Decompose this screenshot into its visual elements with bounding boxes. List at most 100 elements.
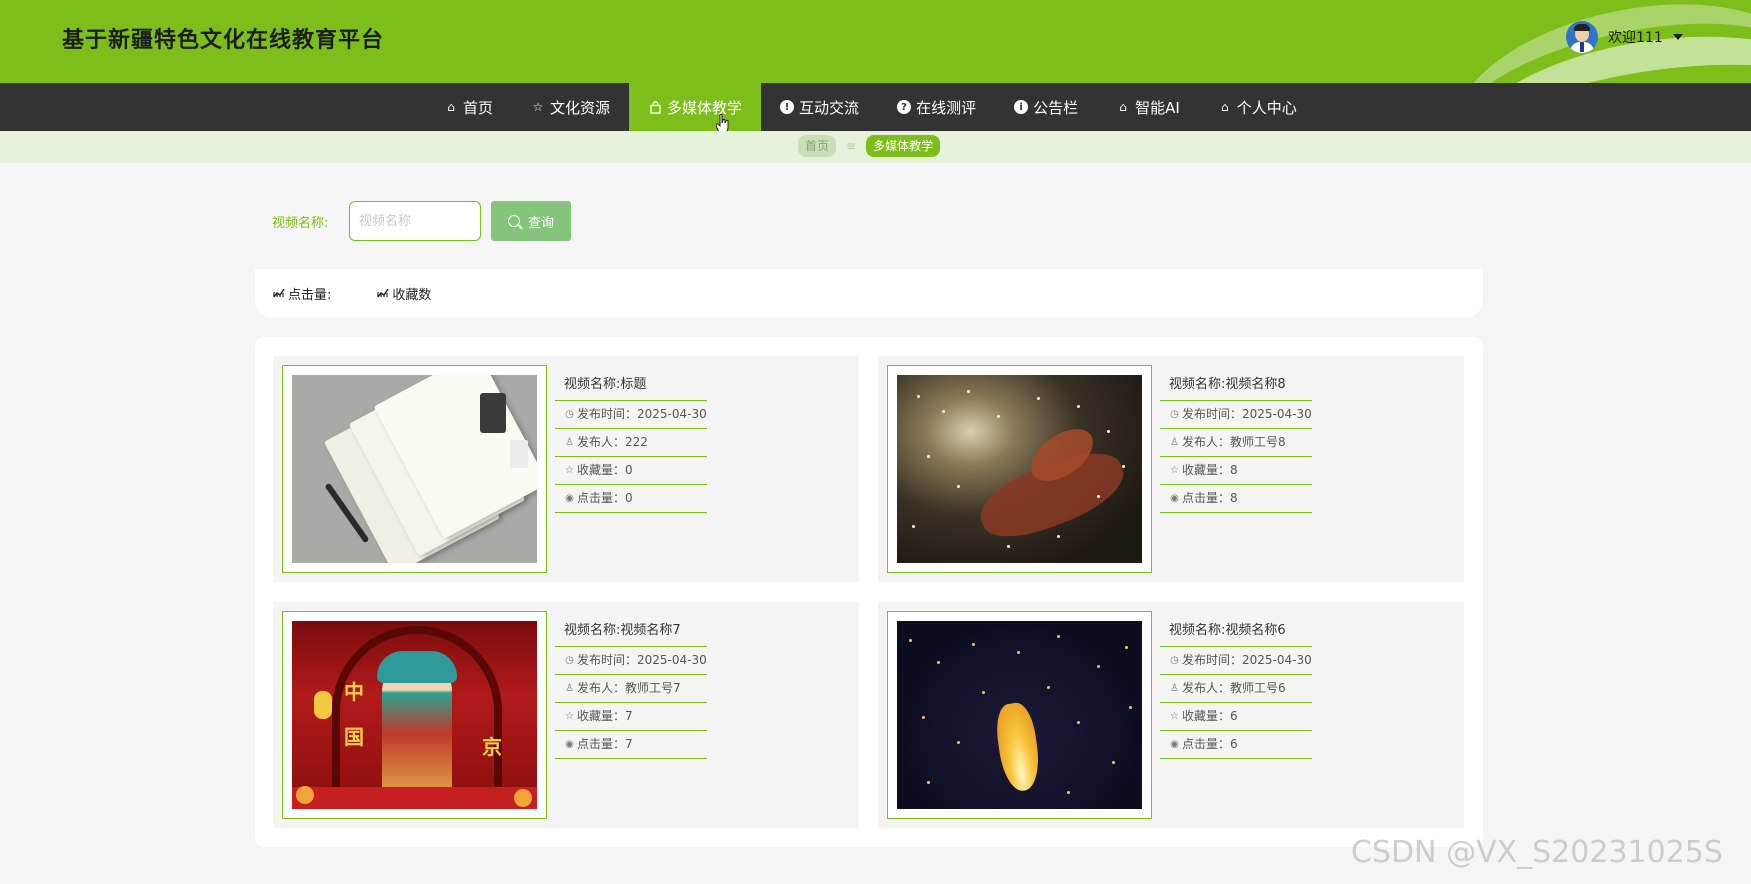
video-info: 视频名称:标题 ◷ 发布时间：2025-04-30 ♙ 发布人：222 ☆ 收藏量：0… <box>555 365 707 513</box>
user-icon: ♙ <box>565 683 574 694</box>
watermark: CSDN @VX_S20231025S <box>1351 835 1723 870</box>
clock-icon: ◷ <box>565 409 574 420</box>
video-card[interactable]: 视频名称:标题 ◷ 发布时间：2025-04-30 ♙ 发布人：222 ☆ 收藏量：0… <box>273 356 859 582</box>
search-form: 视频名称: 查询 <box>272 201 571 241</box>
video-card[interactable]: 视频名称:视频名称6 ◷ 发布时间：2025-04-30 ♙ 发布人：教师工号6 ☆… <box>878 602 1464 828</box>
favorites-count: ☆ 收藏量：8 <box>1160 457 1312 485</box>
video-card[interactable]: 视频名称:视频名称8 ◷ 发布时间：2025-04-30 ♙ 发布人：教师工号8 ☆… <box>878 356 1464 582</box>
site-header: 基于新疆特色文化在线教育平台 欢迎111 <box>0 0 1751 83</box>
nav-item-interaction[interactable]: ! 互动交流 <box>761 83 878 131</box>
nav-label: 首页 <box>463 98 494 117</box>
nav-label: 多媒体教学 <box>667 98 743 117</box>
question-circle-icon: ? <box>897 100 912 114</box>
nav-item-multimedia-teaching[interactable]: 多媒体教学 <box>629 83 762 131</box>
nav-item-online-assessment[interactable]: ? 在线测评 <box>878 83 995 131</box>
chart-icon <box>273 287 285 301</box>
caret-down-icon[interactable] <box>1672 34 1683 40</box>
nav-label: 公告栏 <box>1033 98 1079 117</box>
publisher: ♙ 发布人：教师工号8 <box>1160 429 1312 457</box>
video-title[interactable]: 视频名称:视频名称8 <box>1160 365 1312 401</box>
nav-item-personal-center[interactable]: ⌂ 个人中心 <box>1199 83 1316 131</box>
nav-label: 在线测评 <box>916 98 977 117</box>
video-thumbnail[interactable]: 中 国 京 <box>282 611 547 819</box>
welcome-text[interactable]: 欢迎111 <box>1608 27 1663 47</box>
user-menu[interactable]: 欢迎111 <box>1566 20 1683 54</box>
video-list: 视频名称:标题 ◷ 发布时间：2025-04-30 ♙ 发布人：222 ☆ 收藏量：0… <box>255 337 1483 847</box>
bag-icon <box>648 100 662 114</box>
nav-label: 文化资源 <box>550 98 611 117</box>
nav-label: 个人中心 <box>1236 98 1297 117</box>
clock-icon: ◷ <box>1170 409 1179 420</box>
star-icon: ☆ <box>532 100 544 114</box>
video-thumbnail-image[interactable] <box>897 375 1142 563</box>
sort-label: 点击量: <box>288 288 332 303</box>
user-icon: ♙ <box>1170 683 1179 694</box>
video-thumbnail[interactable] <box>282 365 547 573</box>
clicks-text: 点击量：0 <box>577 491 633 505</box>
alert-circle-icon: ! <box>780 100 795 114</box>
clock-icon: ◷ <box>1170 655 1179 666</box>
search-button-label: 查询 <box>527 215 554 231</box>
publish-time: ◷ 发布时间：2025-04-30 <box>1160 401 1312 429</box>
breadcrumb: 首页 ≡ 多媒体教学 <box>0 131 1751 163</box>
nav-item-smart-ai[interactable]: ⌂ 智能AI <box>1097 83 1199 131</box>
search-button[interactable]: 查询 <box>491 201 571 241</box>
publisher-text: 发布人：教师工号7 <box>577 681 681 695</box>
favorites-count: ☆ 收藏量：6 <box>1160 703 1312 731</box>
clicks-text: 点击量：7 <box>577 737 633 751</box>
eye-icon: ◉ <box>565 739 574 750</box>
video-info: 视频名称:视频名称7 ◷ 发布时间：2025-04-30 ♙ 发布人：教师工号7 ☆… <box>555 611 707 759</box>
avatar[interactable] <box>1566 21 1598 53</box>
chart-icon <box>377 287 389 301</box>
favorites-text: 收藏量：8 <box>1182 463 1238 477</box>
home-icon: ⌂ <box>447 100 455 114</box>
publisher: ♙ 发布人：222 <box>555 429 707 457</box>
breadcrumb-separator: ≡ <box>846 139 857 153</box>
breadcrumb-home[interactable]: 首页 <box>798 135 837 157</box>
video-title[interactable]: 视频名称:视频名称7 <box>555 611 707 647</box>
video-thumbnail[interactable] <box>887 365 1152 573</box>
nav-item-bulletin[interactable]: i 公告栏 <box>995 83 1097 131</box>
clicks-text: 点击量：6 <box>1182 737 1238 751</box>
clicks-count: ◉ 点击量：6 <box>1160 731 1312 759</box>
site-title: 基于新疆特色文化在线教育平台 <box>62 28 385 53</box>
nav-item-culture-resources[interactable]: ☆ 文化资源 <box>512 83 629 131</box>
favorites-count: ☆ 收藏量：7 <box>555 703 707 731</box>
video-name-input[interactable] <box>349 201 481 241</box>
clock-icon: ◷ <box>565 655 574 666</box>
sort-label: 收藏数 <box>392 288 432 303</box>
star-icon: ☆ <box>565 465 574 476</box>
publish-time-text: 发布时间：2025-04-30 <box>577 653 707 667</box>
home-icon: ⌂ <box>1119 100 1127 114</box>
video-thumbnail[interactable] <box>887 611 1152 819</box>
video-card[interactable]: 中 国 京 视频名称:视频名称7 ◷ 发布时间：2025-04-30 ♙ 发布人：教… <box>273 602 859 828</box>
clicks-text: 点击量：8 <box>1182 491 1238 505</box>
star-icon: ☆ <box>1170 465 1179 476</box>
nav-label: 智能AI <box>1135 98 1180 117</box>
sort-by-favorites[interactable]: 收藏数 <box>377 284 431 303</box>
nav-item-home[interactable]: ⌂ 首页 <box>425 83 512 131</box>
video-thumbnail-image[interactable] <box>292 375 537 563</box>
video-info: 视频名称:视频名称8 ◷ 发布时间：2025-04-30 ♙ 发布人：教师工号8 ☆… <box>1160 365 1312 513</box>
video-info: 视频名称:视频名称6 ◷ 发布时间：2025-04-30 ♙ 发布人：教师工号6 ☆… <box>1160 611 1312 759</box>
publisher: ♙ 发布人：教师工号6 <box>1160 675 1312 703</box>
clicks-count: ◉ 点击量：0 <box>555 485 707 513</box>
favorites-text: 收藏量：0 <box>577 463 633 477</box>
publish-time-text: 发布时间：2025-04-30 <box>1182 407 1312 421</box>
video-title[interactable]: 视频名称:视频名称6 <box>1160 611 1312 647</box>
clicks-count: ◉ 点击量：8 <box>1160 485 1312 513</box>
video-title[interactable]: 视频名称:标题 <box>555 365 707 401</box>
publisher: ♙ 发布人：教师工号7 <box>555 675 707 703</box>
sort-by-clicks[interactable]: 点击量: <box>273 284 331 303</box>
main-nav: ⌂ 首页 ☆ 文化资源 多媒体教学 ! 互动交流 ? 在线测评 i 公告栏 ⌂ … <box>0 83 1751 131</box>
video-thumbnail-image[interactable]: 中 国 京 <box>292 621 537 809</box>
breadcrumb-current: 多媒体教学 <box>866 135 941 157</box>
clicks-count: ◉ 点击量：7 <box>555 731 707 759</box>
user-icon: ♙ <box>565 437 574 448</box>
user-icon: ♙ <box>1170 437 1179 448</box>
search-icon <box>507 215 520 227</box>
video-thumbnail-image[interactable] <box>897 621 1142 809</box>
sort-bar: 点击量: 收藏数 <box>255 269 1483 318</box>
publisher-text: 发布人：222 <box>577 435 648 449</box>
favorites-text: 收藏量：6 <box>1182 709 1238 723</box>
